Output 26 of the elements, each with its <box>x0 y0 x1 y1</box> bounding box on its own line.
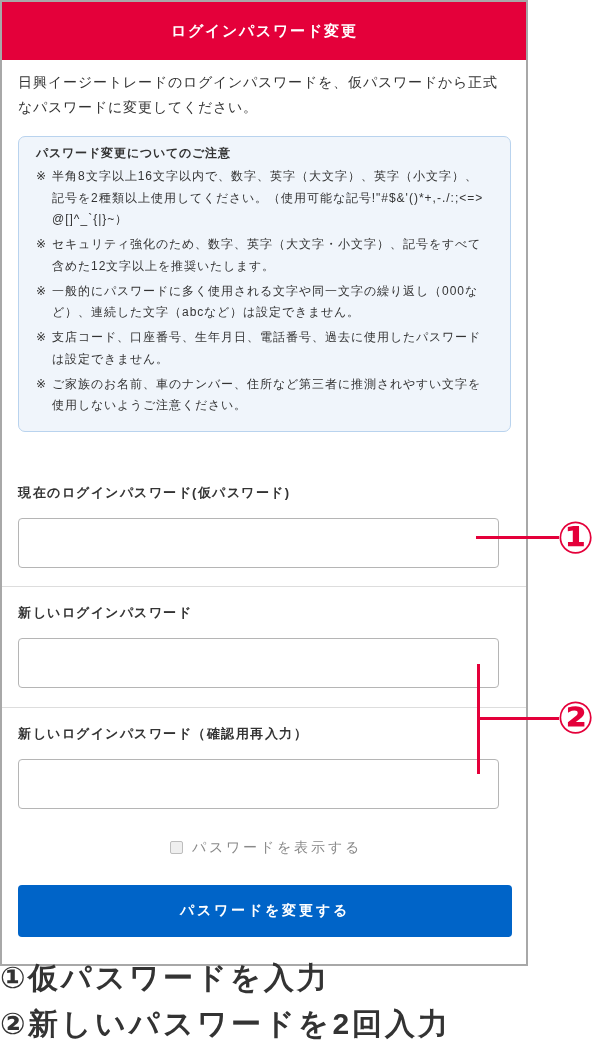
caption-text: ①仮パスワードを入力 <box>0 962 332 994</box>
intro-text: 日興イージートレードのログインパスワードを、仮パスワードから正式なパスワードに変更してください。 <box>17 73 499 117</box>
show-password-checkbox[interactable] <box>170 841 183 854</box>
notice-text: セキュリティ強化のため、数字、英字（大文字・小文字）、記号をすべて含めた12文字以上を推奨いたします。 <box>52 236 482 275</box>
notice-text: 支店コード、口座番号、生年月日、電話番号、過去に使用したパスワードは設定できません。 <box>52 329 482 368</box>
field-label: 新しいログインパスワード（確認用再入力） <box>18 724 309 743</box>
notice-title: パスワード変更についてのご注意 <box>36 145 232 161</box>
password-field[interactable] <box>18 637 499 688</box>
password-field[interactable] <box>18 517 499 568</box>
reference-mark: ※ <box>36 236 49 253</box>
reference-mark: ※ <box>36 329 49 346</box>
notice-text: 半角8文字以上16文字以内で、数字、英字（大文字）、英字（小文字）、記号を2種類以上使用してください。（使用可能な記号!"#$&'()*+,-./:;<=>@[]^_`{|}~） <box>52 168 484 228</box>
change-password-button[interactable]: パスワードを変更する <box>18 884 512 937</box>
reference-mark: ※ <box>36 375 49 393</box>
callout-number: ① <box>557 516 595 560</box>
notice-text: ご家族のお名前、車のナンバー、住所など第三者に推測されやすい文字を使用しないようご注意ください。 <box>52 375 482 414</box>
reference-mark: ※ <box>36 168 49 185</box>
callout-number: ② <box>557 696 595 740</box>
show-password-label[interactable]: パスワードを表示する <box>192 838 362 857</box>
field-label: 現在のログインパスワード(仮パスワード) <box>18 483 292 502</box>
reference-mark: ※ <box>36 282 49 300</box>
caption-text: ②新しいパスワードを2回入力 <box>0 1008 452 1040</box>
password-field[interactable] <box>18 758 499 809</box>
notice-text: 一般的にパスワードに多く使用される文字や同一文字の繰り返し（000など）、連続した文字（abcなど）は設定できません。 <box>52 282 480 321</box>
field-label: 新しいログインパスワード <box>18 603 193 622</box>
page-title: ログインパスワード変更 <box>170 21 358 41</box>
